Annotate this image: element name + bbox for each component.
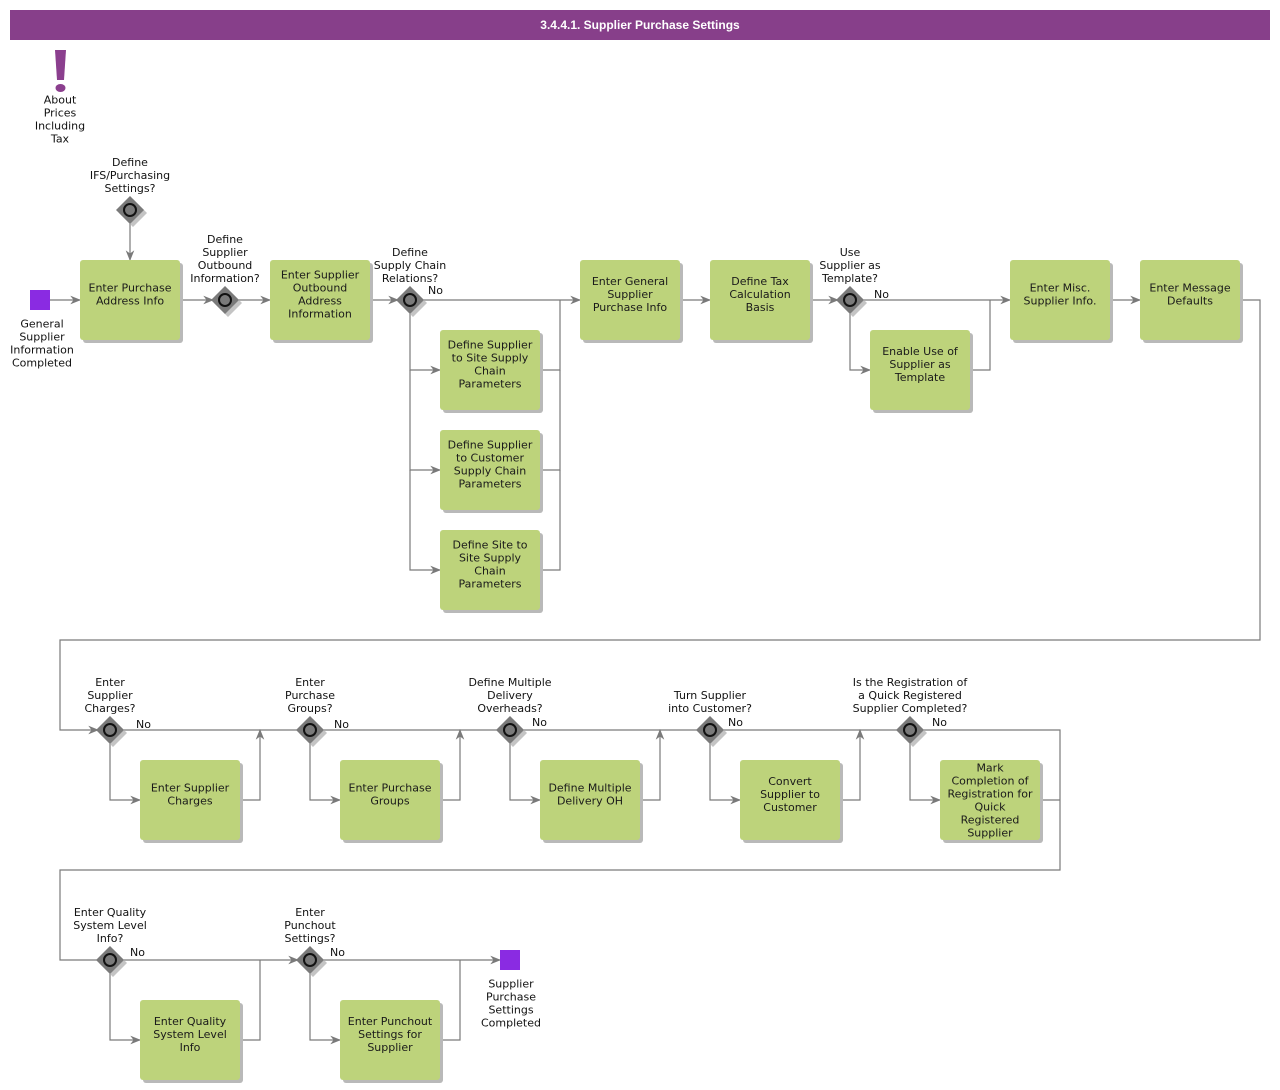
gateway-circle-icon [218, 293, 232, 307]
gateway-circle-icon [303, 723, 317, 737]
task-outbound-addr[interactable]: Enter Supplier Outbound Address Information [270, 260, 373, 343]
gateway-template[interactable]: Use Supplier as Template? No [819, 246, 889, 317]
gateway-customer[interactable]: Turn Supplier into Customer?No [668, 689, 752, 747]
task-template[interactable]: Enable Use of Supplier as Template [870, 330, 973, 413]
gateway-label: Define Supply Chain Relations? [374, 246, 446, 285]
task-label: Define Multiple Delivery OH [548, 782, 631, 808]
gateway-circle-icon [843, 293, 857, 307]
task-cust-sc[interactable]: Define Supplier to Customer Supply Chain Pa… [440, 430, 543, 513]
exclamation-icon [55, 50, 66, 92]
gateway-label: Enter Purchase Groups? [285, 676, 335, 715]
sequence-flow [109, 742, 142, 805]
no-branch-label: No [532, 716, 547, 729]
gateway-label: Use Supplier as Template? [819, 246, 881, 285]
gateway-circle-icon [103, 723, 117, 737]
gateway-circle-icon [103, 953, 117, 967]
task-site-site[interactable]: Define Site to Site Supply Chain Parameters [440, 530, 543, 613]
sequence-flows [50, 222, 1261, 1045]
gateway-label: Enter Supplier Charges? [84, 676, 135, 715]
gateway-quick[interactable]: Is the Registration of a Quick Registered… [853, 676, 969, 747]
gateway-circle-icon [503, 723, 517, 737]
task-tax[interactable]: Define Tax Calculation Basis [710, 260, 813, 343]
sequence-flow [109, 972, 142, 1045]
gateway-label: Enter Quality System Level Info? [73, 906, 147, 945]
gateway-label: Define IFS/Purchasing Settings? [90, 156, 170, 195]
no-branch-label: No [728, 716, 743, 729]
gateway-label: Is the Registration of a Quick Registered… [853, 676, 969, 715]
no-branch-label: No [932, 716, 947, 729]
task-label: Enter Purchase Address Info [89, 282, 172, 308]
start-event-square [30, 290, 50, 310]
sequence-flow [509, 742, 542, 805]
gateway-charges[interactable]: Enter Supplier Charges?No [84, 676, 151, 747]
process-diagram: Enter Purchase Address Info Enter Supplier… [10, 50, 1261, 1083]
gateway-circle-icon [703, 723, 717, 737]
gateway-ifs[interactable]: Define IFS/Purchasing Settings? [90, 156, 170, 227]
no-branch-label: No [130, 946, 145, 959]
task-quick[interactable]: Mark Completion of Registration for Quick Re… [940, 760, 1043, 843]
task-label: Define Supplier to Customer Supply Chain Pa… [448, 439, 533, 491]
sequence-flow [309, 742, 342, 805]
gateway-groups[interactable]: Enter Purchase Groups? No [285, 676, 349, 747]
task-label: Enter Misc. Supplier Info. [1024, 282, 1097, 308]
gateway-label: Turn Supplier into Customer? [668, 689, 752, 715]
sequence-flow [409, 370, 442, 475]
task-misc[interactable]: Enter Misc. Supplier Info. [1010, 260, 1113, 343]
start-event[interactable]: General Supplier Information Completed [10, 290, 74, 370]
sequence-flow [909, 742, 942, 805]
gateway-label: Define Supplier Outbound Information? [190, 233, 260, 285]
sequence-flow [709, 742, 742, 805]
sequence-flow [409, 312, 442, 375]
task-label: Convert Supplier to Customer [760, 775, 820, 814]
task-purchase-addr[interactable]: Enter Purchase Address Info [80, 260, 183, 343]
gateway-circle-icon [903, 723, 917, 737]
task-delivery[interactable]: Define Multiple Delivery OH [540, 760, 643, 843]
task-charges[interactable]: Enter Supplier Charges [140, 760, 243, 843]
gateway-supply[interactable]: Define Supply Chain Relations?No [374, 246, 446, 317]
task-quality[interactable]: Enter Quality System Level Info [140, 1000, 243, 1083]
gateway-overheads[interactable]: Define Multiple Delivery Overheads?No [468, 676, 552, 747]
sequence-flow [59, 299, 1261, 735]
task-general[interactable]: Enter General Supplier Purchase Info [580, 260, 683, 343]
end-event[interactable]: Supplier Purchase Settings Completed [481, 950, 541, 1030]
nodes: Enter Purchase Address Info Enter Supplier… [10, 50, 1243, 1083]
start-event-label: General Supplier Information Completed [10, 318, 74, 370]
no-branch-label: No [330, 946, 345, 959]
sequence-flow [849, 312, 872, 375]
task-site-sc[interactable]: Define Supplier to Site Supply Chain Parame… [440, 330, 543, 413]
no-branch-label: No [334, 718, 349, 731]
gateway-circle-icon [303, 953, 317, 967]
gateway-circle-icon [403, 293, 417, 307]
sequence-flow [409, 470, 442, 575]
no-branch-label: No [874, 288, 889, 301]
gateway-label: Enter Punchout Settings? [284, 906, 336, 945]
end-event-label: Supplier Purchase Settings Completed [481, 978, 541, 1030]
no-branch-label: No [428, 284, 443, 297]
task-convert[interactable]: Convert Supplier to Customer [740, 760, 843, 843]
gateway-quality[interactable]: Enter Quality System Level Info?No [73, 906, 147, 977]
sequence-flow [309, 972, 342, 1045]
gateway-outbound[interactable]: Define Supplier Outbound Information? [190, 233, 260, 317]
gateway-label: Define Multiple Delivery Overheads? [468, 676, 551, 715]
annotation-label: About Prices Including Tax [35, 94, 85, 146]
task-punchout[interactable]: Enter Punchout Settings for Supplier [340, 1000, 443, 1083]
end-event-square [500, 950, 520, 970]
annotation-about-prices[interactable]: About Prices Including Tax [35, 50, 85, 146]
no-branch-label: No [136, 718, 151, 731]
task-message[interactable]: Enter Message Defaults [1140, 260, 1243, 343]
gateway-punchout[interactable]: Enter Punchout Settings?No [284, 906, 345, 977]
gateway-circle-icon [123, 203, 137, 217]
task-groups[interactable]: Enter Purchase Groups [340, 760, 443, 843]
